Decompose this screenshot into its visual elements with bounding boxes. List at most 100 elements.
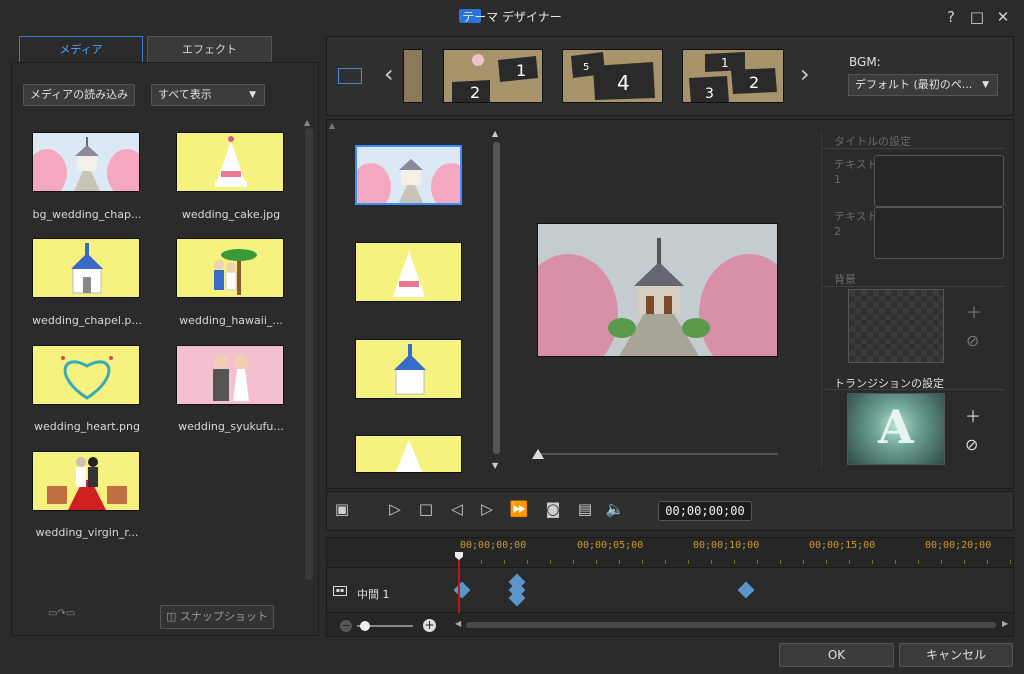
- import-media-button[interactable]: メディアの読み込み: [23, 84, 135, 106]
- ruler-label: 00;00;00;00: [460, 540, 527, 551]
- scroll-up-icon[interactable]: ▲: [492, 129, 498, 138]
- remove-background-icon: ⊘: [966, 331, 980, 350]
- template-thumb-2[interactable]: 54: [562, 49, 663, 103]
- template-number: 1: [516, 61, 526, 80]
- ruler-label: 00;00;20;00: [925, 540, 992, 551]
- ruler-label: 00;00;10;00: [693, 540, 760, 551]
- help-button[interactable]: ?: [940, 7, 962, 27]
- collapse-icon[interactable]: ▲: [329, 121, 335, 130]
- slot-thumb-1[interactable]: [355, 145, 462, 205]
- preview-canvas[interactable]: [537, 223, 778, 357]
- template-thumb-partial[interactable]: [403, 49, 423, 103]
- track-label: 中間 1: [357, 588, 390, 601]
- template-number: 2: [749, 73, 759, 92]
- template-thumb-3[interactable]: 1 2 3: [682, 49, 784, 103]
- play-icon[interactable]: ▷: [385, 500, 405, 518]
- media-caption: wedding_chapel.p...: [32, 314, 142, 327]
- divider: [822, 148, 1004, 149]
- text2-field[interactable]: [874, 207, 1004, 259]
- media-filter-dropdown[interactable]: すべて表示 ▼: [151, 84, 265, 106]
- title-settings-heading: タイトルの設定: [834, 135, 911, 148]
- slot-thumb-3[interactable]: [355, 339, 462, 399]
- cancel-button[interactable]: キャンセル: [899, 643, 1013, 667]
- playhead[interactable]: [458, 553, 460, 613]
- media-thumb-cake[interactable]: [176, 132, 284, 192]
- remove-transition-icon[interactable]: ⊘: [965, 435, 978, 454]
- chevron-left-icon[interactable]: ‹: [384, 60, 394, 88]
- camera-icon: ◫: [166, 610, 180, 623]
- volume-icon[interactable]: 🔈: [605, 500, 625, 518]
- template-number: 2: [470, 83, 480, 102]
- bgm-dropdown[interactable]: デフォルト (最初のペ... ▼: [848, 74, 998, 96]
- stop-icon[interactable]: □: [416, 500, 436, 518]
- template-thumb-1[interactable]: 21: [443, 49, 543, 103]
- media-caption: wedding_heart.png: [34, 420, 140, 433]
- scroll-up-icon[interactable]: ▲: [304, 118, 310, 127]
- previous-frame-icon[interactable]: ◁: [447, 500, 467, 518]
- timeline-scrollbar[interactable]: [466, 622, 996, 628]
- media-caption: wedding_syukufu...: [178, 420, 284, 433]
- media-caption: bg_wedding_chap...: [32, 208, 142, 221]
- storyboard-icon: ▭↷▭: [48, 608, 76, 619]
- tab-effect[interactable]: エフェクト: [147, 36, 272, 63]
- media-thumb-chapel-yellow[interactable]: [32, 238, 140, 298]
- track-row[interactable]: [327, 567, 1013, 613]
- media-filter-value: すべて表示: [158, 88, 212, 101]
- preview-mode-icon[interactable]: ▣: [332, 500, 352, 518]
- template-number: 5: [583, 62, 589, 73]
- snapshot-label: スナップショット: [179, 610, 268, 623]
- scroll-left-icon[interactable]: ◀: [455, 619, 461, 628]
- divider: [821, 132, 822, 468]
- template-number: 3: [705, 86, 714, 102]
- chevron-down-icon: ▼: [982, 80, 989, 90]
- seek-knob[interactable]: [532, 449, 544, 459]
- add-transition-icon[interactable]: ＋: [965, 403, 981, 427]
- next-frame-icon[interactable]: ▷: [477, 500, 497, 518]
- media-thumb-hawaii[interactable]: [176, 238, 284, 298]
- background-swatch[interactable]: [848, 289, 944, 363]
- media-thumb-couple[interactable]: [176, 345, 284, 405]
- preview-seekbar[interactable]: [537, 453, 778, 455]
- timecode-display: 00;00;00;00: [658, 501, 752, 521]
- text2-label: テキスト 2: [834, 210, 878, 238]
- media-caption: wedding_virgin_r...: [35, 526, 139, 539]
- media-thumb-virgin[interactable]: [32, 451, 140, 511]
- transition-letter: A: [878, 400, 914, 454]
- slot-thumb-4[interactable]: [355, 435, 462, 473]
- add-slot-icon[interactable]: [338, 68, 362, 84]
- media-thumb-heart[interactable]: [32, 345, 140, 405]
- scroll-right-icon[interactable]: ▶: [1002, 619, 1008, 628]
- zoom-slider-knob[interactable]: [360, 621, 370, 631]
- slots-scrollbar[interactable]: [493, 142, 500, 454]
- subtitles-icon[interactable]: ▤: [575, 500, 595, 518]
- close-button[interactable]: ✕: [992, 7, 1014, 27]
- timeline-ruler[interactable]: [458, 560, 1012, 564]
- template-number: 1: [721, 56, 729, 70]
- divider: [822, 286, 1004, 287]
- bgm-label: BGM:: [849, 55, 881, 69]
- tab-media[interactable]: メディア: [19, 36, 143, 63]
- ruler-label: 00;00;05;00: [577, 540, 644, 551]
- ok-button[interactable]: OK: [779, 643, 894, 667]
- text1-field[interactable]: [874, 155, 1004, 207]
- chevron-right-icon[interactable]: ›: [800, 60, 810, 88]
- divider: [822, 389, 1004, 390]
- add-background-icon: ＋: [966, 303, 983, 322]
- chevron-down-icon: ▼: [249, 90, 256, 100]
- scroll-down-icon[interactable]: ▼: [492, 461, 498, 470]
- zoom-out-icon[interactable]: −: [340, 620, 352, 632]
- background-heading: 背景: [834, 273, 856, 286]
- track-icon: ▪▪: [333, 586, 347, 596]
- window-title: テーマ デザイナー: [462, 10, 562, 24]
- media-scrollbar[interactable]: [305, 128, 313, 580]
- camera-icon[interactable]: ◙: [543, 500, 563, 518]
- snapshot-button: ◫ スナップショット: [160, 605, 274, 629]
- ruler-label: 00;00;15;00: [809, 540, 876, 551]
- maximize-button[interactable]: □: [966, 7, 988, 27]
- fast-forward-icon[interactable]: ⏩: [509, 500, 529, 518]
- bgm-value: デフォルト (最初のペ...: [855, 78, 973, 91]
- media-thumb-chapel[interactable]: [32, 132, 140, 192]
- zoom-in-icon[interactable]: +: [423, 619, 436, 632]
- slot-thumb-2[interactable]: [355, 242, 462, 302]
- transition-swatch[interactable]: A: [847, 393, 945, 465]
